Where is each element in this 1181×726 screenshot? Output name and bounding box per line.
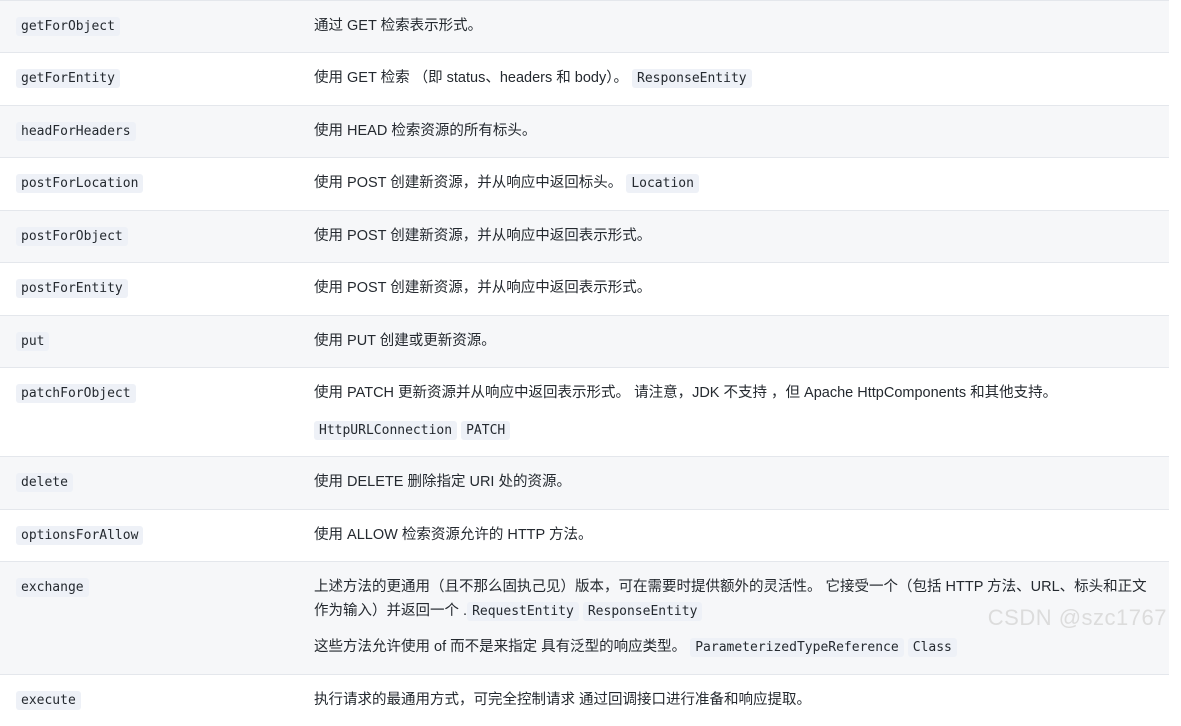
description-paragraph: 执行请求的最通用方式，可完全控制请求 通过回调接口进行准备和响应提取。: [314, 689, 1157, 712]
description-paragraph: 使用 POST 创建新资源，并从响应中返回标头。 Location: [314, 172, 1157, 195]
description-text: 通过 GET 检索表示形式。: [314, 18, 482, 34]
description-paragraph: 这些方法允许使用 of 而不是来指定 具有泛型的响应类型。 Parameteri…: [314, 636, 1157, 659]
inline-code-token: ParameterizedTypeReference: [690, 638, 904, 657]
table-row: execute 执行请求的最通用方式，可完全控制请求 通过回调接口进行准备和响应提…: [0, 674, 1169, 726]
table-row: delete 使用 DELETE 删除指定 URI 处的资源。: [0, 457, 1169, 509]
description-paragraph: 使用 ALLOW 检索资源允许的 HTTP 方法。: [314, 524, 1157, 547]
method-name-cell: patchForObject: [0, 368, 298, 457]
description-paragraph: 使用 DELETE 删除指定 URI 处的资源。: [314, 471, 1157, 494]
description-paragraph: 使用 POST 创建新资源，并从响应中返回表示形式。: [314, 277, 1157, 300]
method-name-cell: postForEntity: [0, 263, 298, 315]
inline-code-token: Class: [908, 638, 957, 657]
method-name-code: patchForObject: [16, 384, 136, 403]
table-row: postForLocation 使用 POST 创建新资源，并从响应中返回标头。 …: [0, 158, 1169, 210]
method-description-cell: 使用 POST 创建新资源，并从响应中返回表示形式。: [298, 210, 1169, 262]
inline-code-token: Location: [626, 174, 699, 193]
inline-code-token: RequestEntity: [467, 602, 579, 621]
method-name-cell: getForObject: [0, 1, 298, 53]
method-name-code: getForObject: [16, 17, 120, 36]
method-name-cell: postForObject: [0, 210, 298, 262]
method-name-cell: put: [0, 315, 298, 367]
description-text: 上述方法的更通用（且不那么固执己见）版本，可在需要时提供额外的灵活性。 它接受一…: [314, 579, 1147, 618]
method-name-code: optionsForAllow: [16, 526, 143, 545]
description-text: 使用 PATCH 更新资源并从响应中返回表示形式。 请注意，JDK 不支持 ，但…: [314, 385, 1057, 401]
description-text: 使用 HEAD 检索资源的所有标头。: [314, 123, 536, 139]
table-body: getForObject 通过 GET 检索表示形式。 getForEntity 使用…: [0, 1, 1169, 726]
description-paragraph: 通过 GET 检索表示形式。: [314, 15, 1157, 38]
description-text: 使用 PUT 创建或更新资源。: [314, 333, 496, 349]
method-name-code: execute: [16, 691, 81, 710]
description-text: 使用 POST 创建新资源，并从响应中返回表示形式。: [314, 228, 651, 244]
table-row: getForObject 通过 GET 检索表示形式。: [0, 1, 1169, 53]
method-name-cell: exchange: [0, 562, 298, 674]
method-description-cell: 使用 ALLOW 检索资源允许的 HTTP 方法。: [298, 509, 1169, 561]
description-paragraph: 使用 GET 检索 （即 status、headers 和 body）。 Res…: [314, 67, 1157, 90]
table-row: patchForObject 使用 PATCH 更新资源并从响应中返回表示形式。 …: [0, 368, 1169, 457]
table-row: getForEntity 使用 GET 检索 （即 status、headers …: [0, 53, 1169, 105]
method-name-cell: headForHeaders: [0, 105, 298, 157]
method-description-cell: 执行请求的最通用方式，可完全控制请求 通过回调接口进行准备和响应提取。: [298, 674, 1169, 726]
method-name-code: put: [16, 332, 49, 351]
table-row: headForHeaders 使用 HEAD 检索资源的所有标头。: [0, 105, 1169, 157]
description-text: 使用 GET 检索 （即 status、headers 和 body）。: [314, 70, 632, 86]
method-name-cell: postForLocation: [0, 158, 298, 210]
method-description-cell: 通过 GET 检索表示形式。: [298, 1, 1169, 53]
method-description-cell: 上述方法的更通用（且不那么固执己见）版本，可在需要时提供额外的灵活性。 它接受一…: [298, 562, 1169, 674]
table-row: optionsForAllow 使用 ALLOW 检索资源允许的 HTTP 方法。: [0, 509, 1169, 561]
method-name-code: getForEntity: [16, 69, 120, 88]
description-text: 执行请求的最通用方式，可完全控制请求 通过回调接口进行准备和响应提取。: [314, 692, 811, 708]
description-text: 使用 ALLOW 检索资源允许的 HTTP 方法。: [314, 527, 592, 543]
method-description-cell: 使用 PATCH 更新资源并从响应中返回表示形式。 请注意，JDK 不支持 ，但…: [298, 368, 1169, 457]
table-row: postForObject 使用 POST 创建新资源，并从响应中返回表示形式。: [0, 210, 1169, 262]
method-name-code: headForHeaders: [16, 122, 136, 141]
inline-code-token: PATCH: [461, 421, 510, 440]
method-name-code: postForEntity: [16, 279, 128, 298]
description-paragraph: 使用 PUT 创建或更新资源。: [314, 330, 1157, 353]
method-description-cell: 使用 POST 创建新资源，并从响应中返回标头。 Location: [298, 158, 1169, 210]
method-description-cell: 使用 GET 检索 （即 status、headers 和 body）。 Res…: [298, 53, 1169, 105]
method-name-code: exchange: [16, 578, 89, 597]
description-text: 这些方法允许使用 of 而不是来指定 具有泛型的响应类型。: [314, 639, 690, 655]
method-name-code: postForLocation: [16, 174, 143, 193]
method-description-cell: 使用 POST 创建新资源，并从响应中返回表示形式。: [298, 263, 1169, 315]
description-paragraph: HttpURLConnection PATCH: [314, 419, 1157, 442]
method-name-cell: delete: [0, 457, 298, 509]
method-name-cell: execute: [0, 674, 298, 726]
description-text: 使用 POST 创建新资源，并从响应中返回表示形式。: [314, 280, 651, 296]
table-row: exchange 上述方法的更通用（且不那么固执己见）版本，可在需要时提供额外的灵…: [0, 562, 1169, 674]
method-name-code: postForObject: [16, 227, 128, 246]
inline-code-token: ResponseEntity: [583, 602, 703, 621]
inline-code-token: HttpURLConnection: [314, 421, 457, 440]
method-description-cell: 使用 DELETE 删除指定 URI 处的资源。: [298, 457, 1169, 509]
description-text: 使用 DELETE 删除指定 URI 处的资源。: [314, 474, 571, 490]
method-description-cell: 使用 HEAD 检索资源的所有标头。: [298, 105, 1169, 157]
table-row: postForEntity 使用 POST 创建新资源，并从响应中返回表示形式。: [0, 263, 1169, 315]
description-text: 使用 POST 创建新资源，并从响应中返回标头。: [314, 175, 626, 191]
inline-code-token: ResponseEntity: [632, 69, 752, 88]
method-name-cell: optionsForAllow: [0, 509, 298, 561]
description-paragraph: 使用 POST 创建新资源，并从响应中返回表示形式。: [314, 225, 1157, 248]
method-name-code: delete: [16, 473, 73, 492]
description-paragraph: 使用 HEAD 检索资源的所有标头。: [314, 120, 1157, 143]
method-name-cell: getForEntity: [0, 53, 298, 105]
document-page: getForObject 通过 GET 检索表示形式。 getForEntity 使用…: [0, 0, 1181, 636]
method-description-cell: 使用 PUT 创建或更新资源。: [298, 315, 1169, 367]
description-paragraph: 上述方法的更通用（且不那么固执己见）版本，可在需要时提供额外的灵活性。 它接受一…: [314, 576, 1157, 623]
resttemplate-methods-table: getForObject 通过 GET 检索表示形式。 getForEntity 使用…: [0, 0, 1169, 726]
table-row: put 使用 PUT 创建或更新资源。: [0, 315, 1169, 367]
description-paragraph: 使用 PATCH 更新资源并从响应中返回表示形式。 请注意，JDK 不支持 ，但…: [314, 382, 1157, 405]
